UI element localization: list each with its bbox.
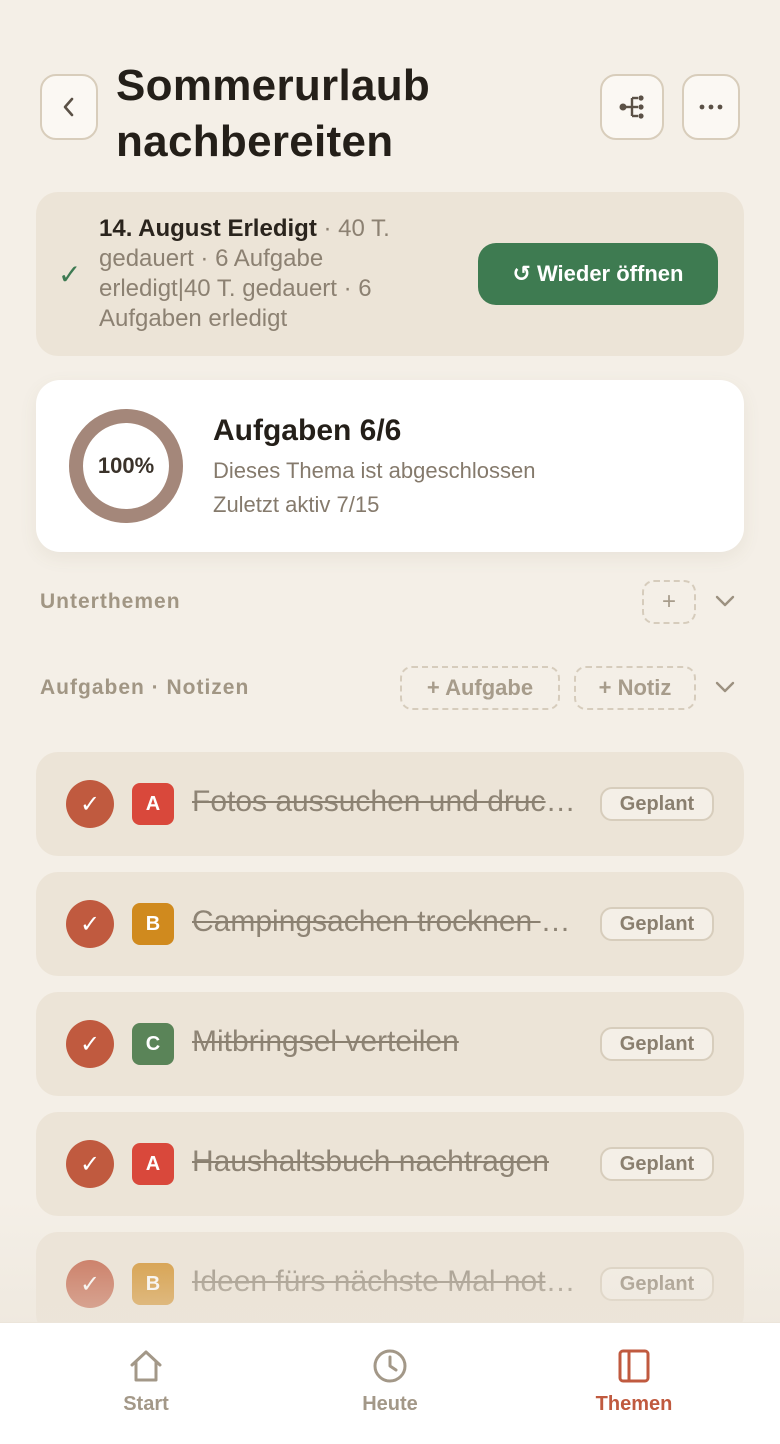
task-title: Ideen fürs nächste Mal notieren [192, 1265, 577, 1298]
status-badge[interactable]: Geplant [600, 1267, 714, 1301]
priority-badge: A [132, 783, 174, 825]
reopen-label: Wieder öffnen [536, 261, 684, 286]
nav-item-heute[interactable]: Heute [260, 1323, 520, 1444]
tree-view-button[interactable] [600, 74, 664, 140]
completion-date: 14. August Erledigt [99, 215, 317, 242]
task-row[interactable]: ✓ A Fotos aussuchen und drucken lassen G… [36, 752, 744, 856]
progress-percent: 100% [97, 453, 155, 478]
progress-card: 100% Aufgaben 6/6 Dieses Thema ist abges… [36, 380, 744, 552]
completion-summary: 14. August Erledigt · 40 T. gedauert · 6… [99, 214, 429, 334]
chevron-left-icon [63, 97, 74, 117]
more-dots-icon [699, 104, 723, 110]
add-subtopic-button[interactable]: + [642, 580, 696, 624]
progress-title: Aufgaben 6/6 [213, 414, 402, 447]
home-icon [130, 1350, 162, 1382]
header: Sommerurlaub nachbereiten [40, 58, 740, 168]
task-row[interactable]: ✓ B Ideen fürs nächste Mal notieren Gepl… [36, 1232, 744, 1336]
priority-badge: B [132, 903, 174, 945]
task-done-checkbox[interactable]: ✓ [66, 780, 114, 828]
task-title: Fotos aussuchen und drucken lassen [192, 785, 577, 818]
reopen-button[interactable]: ↺ Wieder öffnen [478, 243, 718, 305]
book-icon [618, 1349, 650, 1383]
nav-label-start: Start [123, 1393, 169, 1415]
task-title: Haushaltsbuch nachtragen [192, 1145, 549, 1178]
priority-badge: A [132, 1143, 174, 1185]
task-done-checkbox[interactable]: ✓ [66, 900, 114, 948]
subtopics-label: Unterthemen [40, 590, 181, 613]
nav-label-heute: Heute [362, 1393, 418, 1415]
nav-label-themen: Themen [595, 1393, 673, 1415]
status-badge[interactable]: Geplant [600, 907, 714, 941]
back-button[interactable] [40, 74, 98, 140]
priority-badge: C [132, 1023, 174, 1065]
add-task-button[interactable]: + Aufgabe [400, 666, 560, 710]
bottom-nav: Start Heute Themen [0, 1322, 780, 1444]
more-options-button[interactable] [682, 74, 740, 140]
add-note-button[interactable]: + Notiz [574, 666, 696, 710]
task-row[interactable]: ✓ B Campingsachen trocknen und verstauen… [36, 872, 744, 976]
nav-item-themen[interactable]: Themen [504, 1323, 764, 1444]
clock-icon [373, 1349, 407, 1383]
status-badge[interactable]: Geplant [600, 787, 714, 821]
progress-subtitle: Dieses Thema ist abgeschlossen [213, 458, 536, 483]
reopen-icon: ↺ [512, 261, 531, 286]
check-icon: ✓ [58, 259, 82, 290]
task-done-checkbox[interactable]: ✓ [66, 1020, 114, 1068]
tree-icon [619, 95, 644, 119]
status-badge[interactable]: Geplant [600, 1027, 714, 1061]
last-active: Zuletzt aktiv 7/15 [213, 492, 380, 517]
task-done-checkbox[interactable]: ✓ [66, 1140, 114, 1188]
priority-badge: B [132, 1263, 174, 1305]
task-row[interactable]: ✓ A Haushaltsbuch nachtragen Geplant [36, 1112, 744, 1216]
task-done-checkbox[interactable]: ✓ [66, 1260, 114, 1308]
task-row[interactable]: ✓ C Mitbringsel verteilen Geplant [36, 992, 744, 1096]
tasks-notes-label: Aufgaben · Notizen [40, 676, 250, 699]
completed-banner: ✓ 14. August Erledigt · 40 T. gedauert ·… [36, 192, 744, 356]
status-badge[interactable]: Geplant [600, 1147, 714, 1181]
task-title: Mitbringsel verteilen [192, 1025, 459, 1058]
nav-item-start[interactable]: Start [16, 1323, 276, 1444]
page-title: Sommerurlaub nachbereiten [116, 61, 431, 166]
task-title: Campingsachen trocknen und verstauen [192, 905, 577, 938]
chevron-down-icon[interactable] [714, 680, 736, 694]
chevron-down-icon[interactable] [714, 594, 736, 608]
